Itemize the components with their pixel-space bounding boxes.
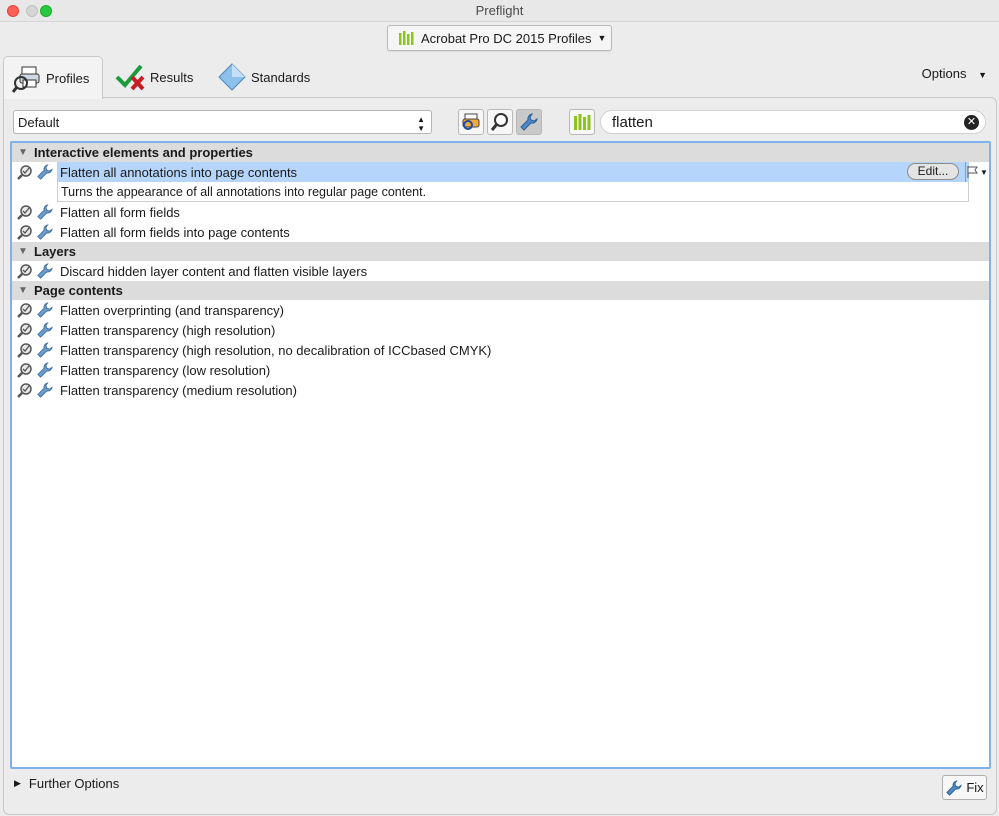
- wrench-icon: [36, 224, 54, 240]
- flag-menu-button[interactable]: ▼: [965, 162, 989, 182]
- fix-button[interactable]: Fix: [942, 775, 987, 800]
- list-item-label: Flatten all form fields: [60, 204, 180, 220]
- list-item-label: Flatten transparency (medium resolution): [60, 382, 297, 398]
- profiles-filter-icon: [461, 112, 481, 132]
- list-item[interactable]: Flatten all form fields into page conten…: [12, 222, 989, 242]
- tab-profiles[interactable]: Profiles: [3, 56, 103, 99]
- list-item[interactable]: Flatten transparency (low resolution): [12, 360, 989, 380]
- profile-set-label: Acrobat Pro DC 2015 Profiles: [421, 30, 592, 46]
- minimize-window-button[interactable]: [26, 5, 38, 17]
- preflight-library-icon: [573, 114, 591, 130]
- group-header-layers[interactable]: ▼ Layers: [12, 242, 989, 261]
- wrench-icon: [36, 382, 54, 398]
- list-item[interactable]: Flatten transparency (high resolution): [12, 320, 989, 340]
- list-item[interactable]: Discard hidden layer content and flatten…: [12, 261, 989, 281]
- wrench-icon: [36, 322, 54, 338]
- list-item-label: Flatten overprinting (and transparency): [60, 302, 285, 318]
- wrench-icon: [519, 112, 539, 132]
- up-down-arrows-icon: ▲ ▼: [417, 115, 425, 133]
- list-item-label: Discard hidden layer content and flatten…: [60, 263, 368, 279]
- list-item[interactable]: Flatten all form fields: [12, 202, 989, 222]
- disclosure-triangle-right-icon: ▶: [14, 778, 21, 788]
- chevron-down-icon: ▼: [597, 33, 607, 43]
- wrench-icon: [945, 779, 963, 796]
- edit-button[interactable]: Edit...: [907, 163, 959, 180]
- list-item[interactable]: Flatten transparency (high resolution, n…: [12, 340, 989, 360]
- show-profiles-button[interactable]: [458, 109, 484, 135]
- show-checks-button[interactable]: [487, 109, 513, 135]
- window-title: Preflight: [475, 3, 524, 18]
- wrench-icon: [36, 302, 54, 318]
- chevron-down-icon: ▼: [978, 70, 987, 80]
- search-value: flatten: [612, 113, 653, 131]
- disclosure-triangle-icon[interactable]: ▼: [12, 246, 34, 257]
- magnifier-icon: [490, 112, 510, 132]
- list-item-label: Flatten transparency (high resolution): [60, 322, 276, 338]
- item-description-text: Turns the appearance of all annotations …: [61, 184, 427, 199]
- wrench-icon: [36, 362, 54, 378]
- magnifier-check-icon: [17, 302, 33, 318]
- chevron-down-icon: ▼: [980, 167, 988, 177]
- tab-standards[interactable]: Standards: [218, 56, 310, 98]
- list-item[interactable]: Flatten transparency (medium resolution): [12, 380, 989, 400]
- magnifier-check-icon: [17, 322, 33, 338]
- tab-results-label: Results: [150, 69, 194, 85]
- list-item[interactable]: Flatten overprinting (and transparency): [12, 300, 989, 320]
- search-input[interactable]: flatten ✕: [600, 110, 986, 134]
- magnifier-check-icon: [17, 164, 33, 180]
- clear-search-icon[interactable]: ✕: [964, 115, 979, 130]
- fixup-list: ▼ Interactive elements and properties Fl…: [10, 141, 991, 769]
- list-item-label: Flatten transparency (high resolution, n…: [60, 342, 492, 358]
- flag-icon: [967, 166, 979, 178]
- wrench-icon: [36, 164, 54, 180]
- magnifier-check-icon: [17, 382, 33, 398]
- group-header-page-contents[interactable]: ▼ Page contents: [12, 281, 989, 300]
- magnifier-check-icon: [17, 342, 33, 358]
- wrench-icon: [36, 204, 54, 220]
- group-title: Layers: [34, 244, 76, 259]
- library-button[interactable]: [569, 109, 595, 135]
- further-options-label: Further Options: [28, 776, 120, 791]
- magnifier-check-icon: [17, 362, 33, 378]
- group-title: Page contents: [34, 283, 123, 298]
- fix-button-label: Fix: [966, 780, 984, 795]
- show-fixups-button[interactable]: [516, 109, 542, 135]
- printer-magnifier-icon: [12, 63, 42, 93]
- list-item-label: Flatten transparency (low resolution): [60, 362, 271, 378]
- magnifier-check-icon: [17, 263, 33, 279]
- item-description: Turns the appearance of all annotations …: [57, 182, 969, 202]
- tab-results[interactable]: Results: [115, 56, 193, 98]
- magnifier-check-icon: [17, 204, 33, 220]
- tab-profiles-label: Profiles: [46, 70, 90, 86]
- tab-standards-label: Standards: [251, 69, 311, 85]
- checkmark-x-icon: [115, 63, 145, 91]
- preset-dropdown[interactable]: Default ▲ ▼: [13, 110, 432, 134]
- disclosure-triangle-icon[interactable]: ▼: [12, 285, 34, 296]
- options-menu[interactable]: Options ▼: [922, 66, 987, 81]
- further-options-toggle[interactable]: ▶ Further Options: [14, 776, 119, 791]
- title-bar: Preflight: [0, 0, 999, 22]
- list-item[interactable]: Flatten all annotations into page conten…: [12, 162, 989, 182]
- group-header-interactive-elements[interactable]: ▼ Interactive elements and properties: [12, 143, 989, 162]
- list-item-label: Flatten all annotations into page conten…: [60, 164, 298, 180]
- profile-set-dropdown[interactable]: Acrobat Pro DC 2015 Profiles ▼: [387, 25, 612, 51]
- zoom-window-button[interactable]: [40, 5, 52, 17]
- magnifier-check-icon: [17, 224, 33, 240]
- diamond-icon: [218, 63, 246, 91]
- preset-value: Default: [18, 114, 60, 130]
- close-window-button[interactable]: [7, 5, 19, 17]
- options-label: Options: [921, 66, 967, 81]
- group-title: Interactive elements and properties: [34, 145, 253, 160]
- list-item-label: Flatten all form fields into page conten…: [60, 224, 290, 240]
- wrench-icon: [36, 342, 54, 358]
- disclosure-triangle-icon[interactable]: ▼: [12, 147, 34, 158]
- wrench-icon: [36, 263, 54, 279]
- preflight-library-icon: [398, 31, 414, 45]
